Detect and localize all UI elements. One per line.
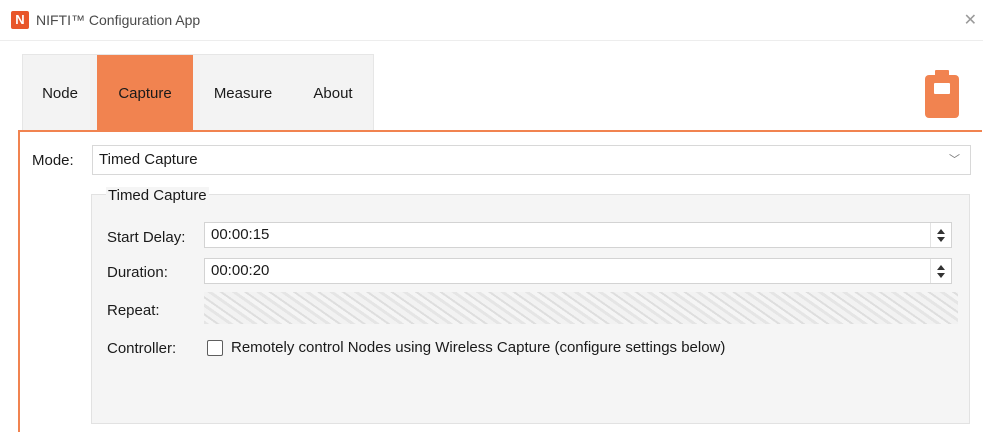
decrement-icon[interactable] [937, 237, 945, 242]
controller-label: Controller: [107, 340, 177, 357]
repeat-label: Repeat: [107, 302, 160, 319]
remote-control-checkbox[interactable] [207, 340, 223, 356]
duration-label: Duration: [107, 264, 168, 281]
start-delay-value: 00:00:15 [211, 226, 270, 243]
duration-stepper [930, 259, 951, 283]
tab-node[interactable]: Node [23, 55, 97, 131]
mode-select-value: Timed Capture [99, 151, 198, 168]
increment-icon[interactable] [937, 229, 945, 234]
tab-measure[interactable]: Measure [193, 55, 293, 131]
tab-bar: Node Capture Measure About [22, 54, 374, 131]
window-title: NIFTI™ Configuration App [36, 12, 201, 28]
chevron-down-icon[interactable]: ﹀ [949, 146, 960, 174]
tab-about[interactable]: About [293, 55, 373, 131]
close-icon[interactable]: ✕ [964, 10, 977, 30]
mode-select[interactable]: Timed Capture ﹀ [92, 145, 971, 175]
duration-value: 00:00:20 [211, 262, 270, 279]
remote-control-checkbox-label[interactable]: Remotely control Nodes using Wireless Ca… [231, 339, 725, 356]
increment-icon[interactable] [937, 265, 945, 270]
group-title: Timed Capture [106, 187, 209, 204]
tab-capture[interactable]: Capture [97, 55, 193, 131]
battery-level-window [934, 83, 950, 94]
start-delay-label: Start Delay: [107, 229, 186, 246]
decrement-icon[interactable] [937, 273, 945, 278]
title-bar: N NIFTI™ Configuration App ✕ [0, 0, 983, 41]
app-logo-icon: N [11, 11, 29, 29]
start-delay-stepper [930, 223, 951, 247]
battery-body [925, 75, 959, 118]
start-delay-input[interactable]: 00:00:15 [204, 222, 952, 248]
duration-input[interactable]: 00:00:20 [204, 258, 952, 284]
repeat-field-redacted [204, 292, 958, 324]
battery-icon [925, 70, 959, 118]
mode-label: Mode: [32, 152, 74, 169]
